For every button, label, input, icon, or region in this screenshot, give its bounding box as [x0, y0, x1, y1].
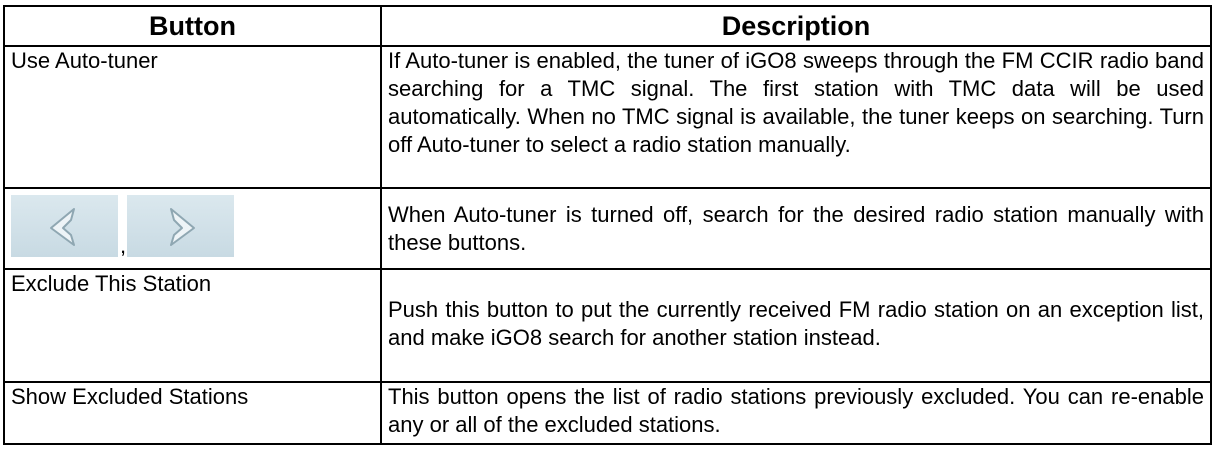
table-row: Exclude This Station Push this button to…	[3, 268, 1212, 383]
button-name-cell: Use Auto-tuner	[3, 45, 382, 189]
description-cell: Push this button to put the currently re…	[380, 268, 1212, 383]
button-name-cell: Show Excluded Stations	[3, 381, 382, 445]
description-cell: If Auto-tuner is enabled, the tuner of i…	[380, 45, 1212, 189]
button-icons-cell: ,	[3, 187, 382, 270]
button-description-table: Button Description Use Auto-tuner If Aut…	[3, 5, 1212, 445]
button-name-cell: Exclude This Station	[3, 268, 382, 383]
description-cell: When Auto-tuner is turned off, search fo…	[380, 187, 1212, 270]
right-arrow-icon	[127, 195, 235, 257]
table-row: Show Excluded Stations This button opens…	[3, 381, 1212, 445]
header-button: Button	[3, 5, 382, 47]
table-header-row: Button Description	[3, 5, 1212, 47]
left-arrow-icon	[11, 195, 118, 257]
description-cell: This button opens the list of radio stat…	[380, 381, 1212, 445]
table-row: , When Auto-tuner is turned off, search …	[3, 187, 1212, 270]
table-row: Use Auto-tuner If Auto-tuner is enabled,…	[3, 45, 1212, 189]
icon-separator: ,	[120, 233, 127, 258]
header-description: Description	[380, 5, 1212, 47]
